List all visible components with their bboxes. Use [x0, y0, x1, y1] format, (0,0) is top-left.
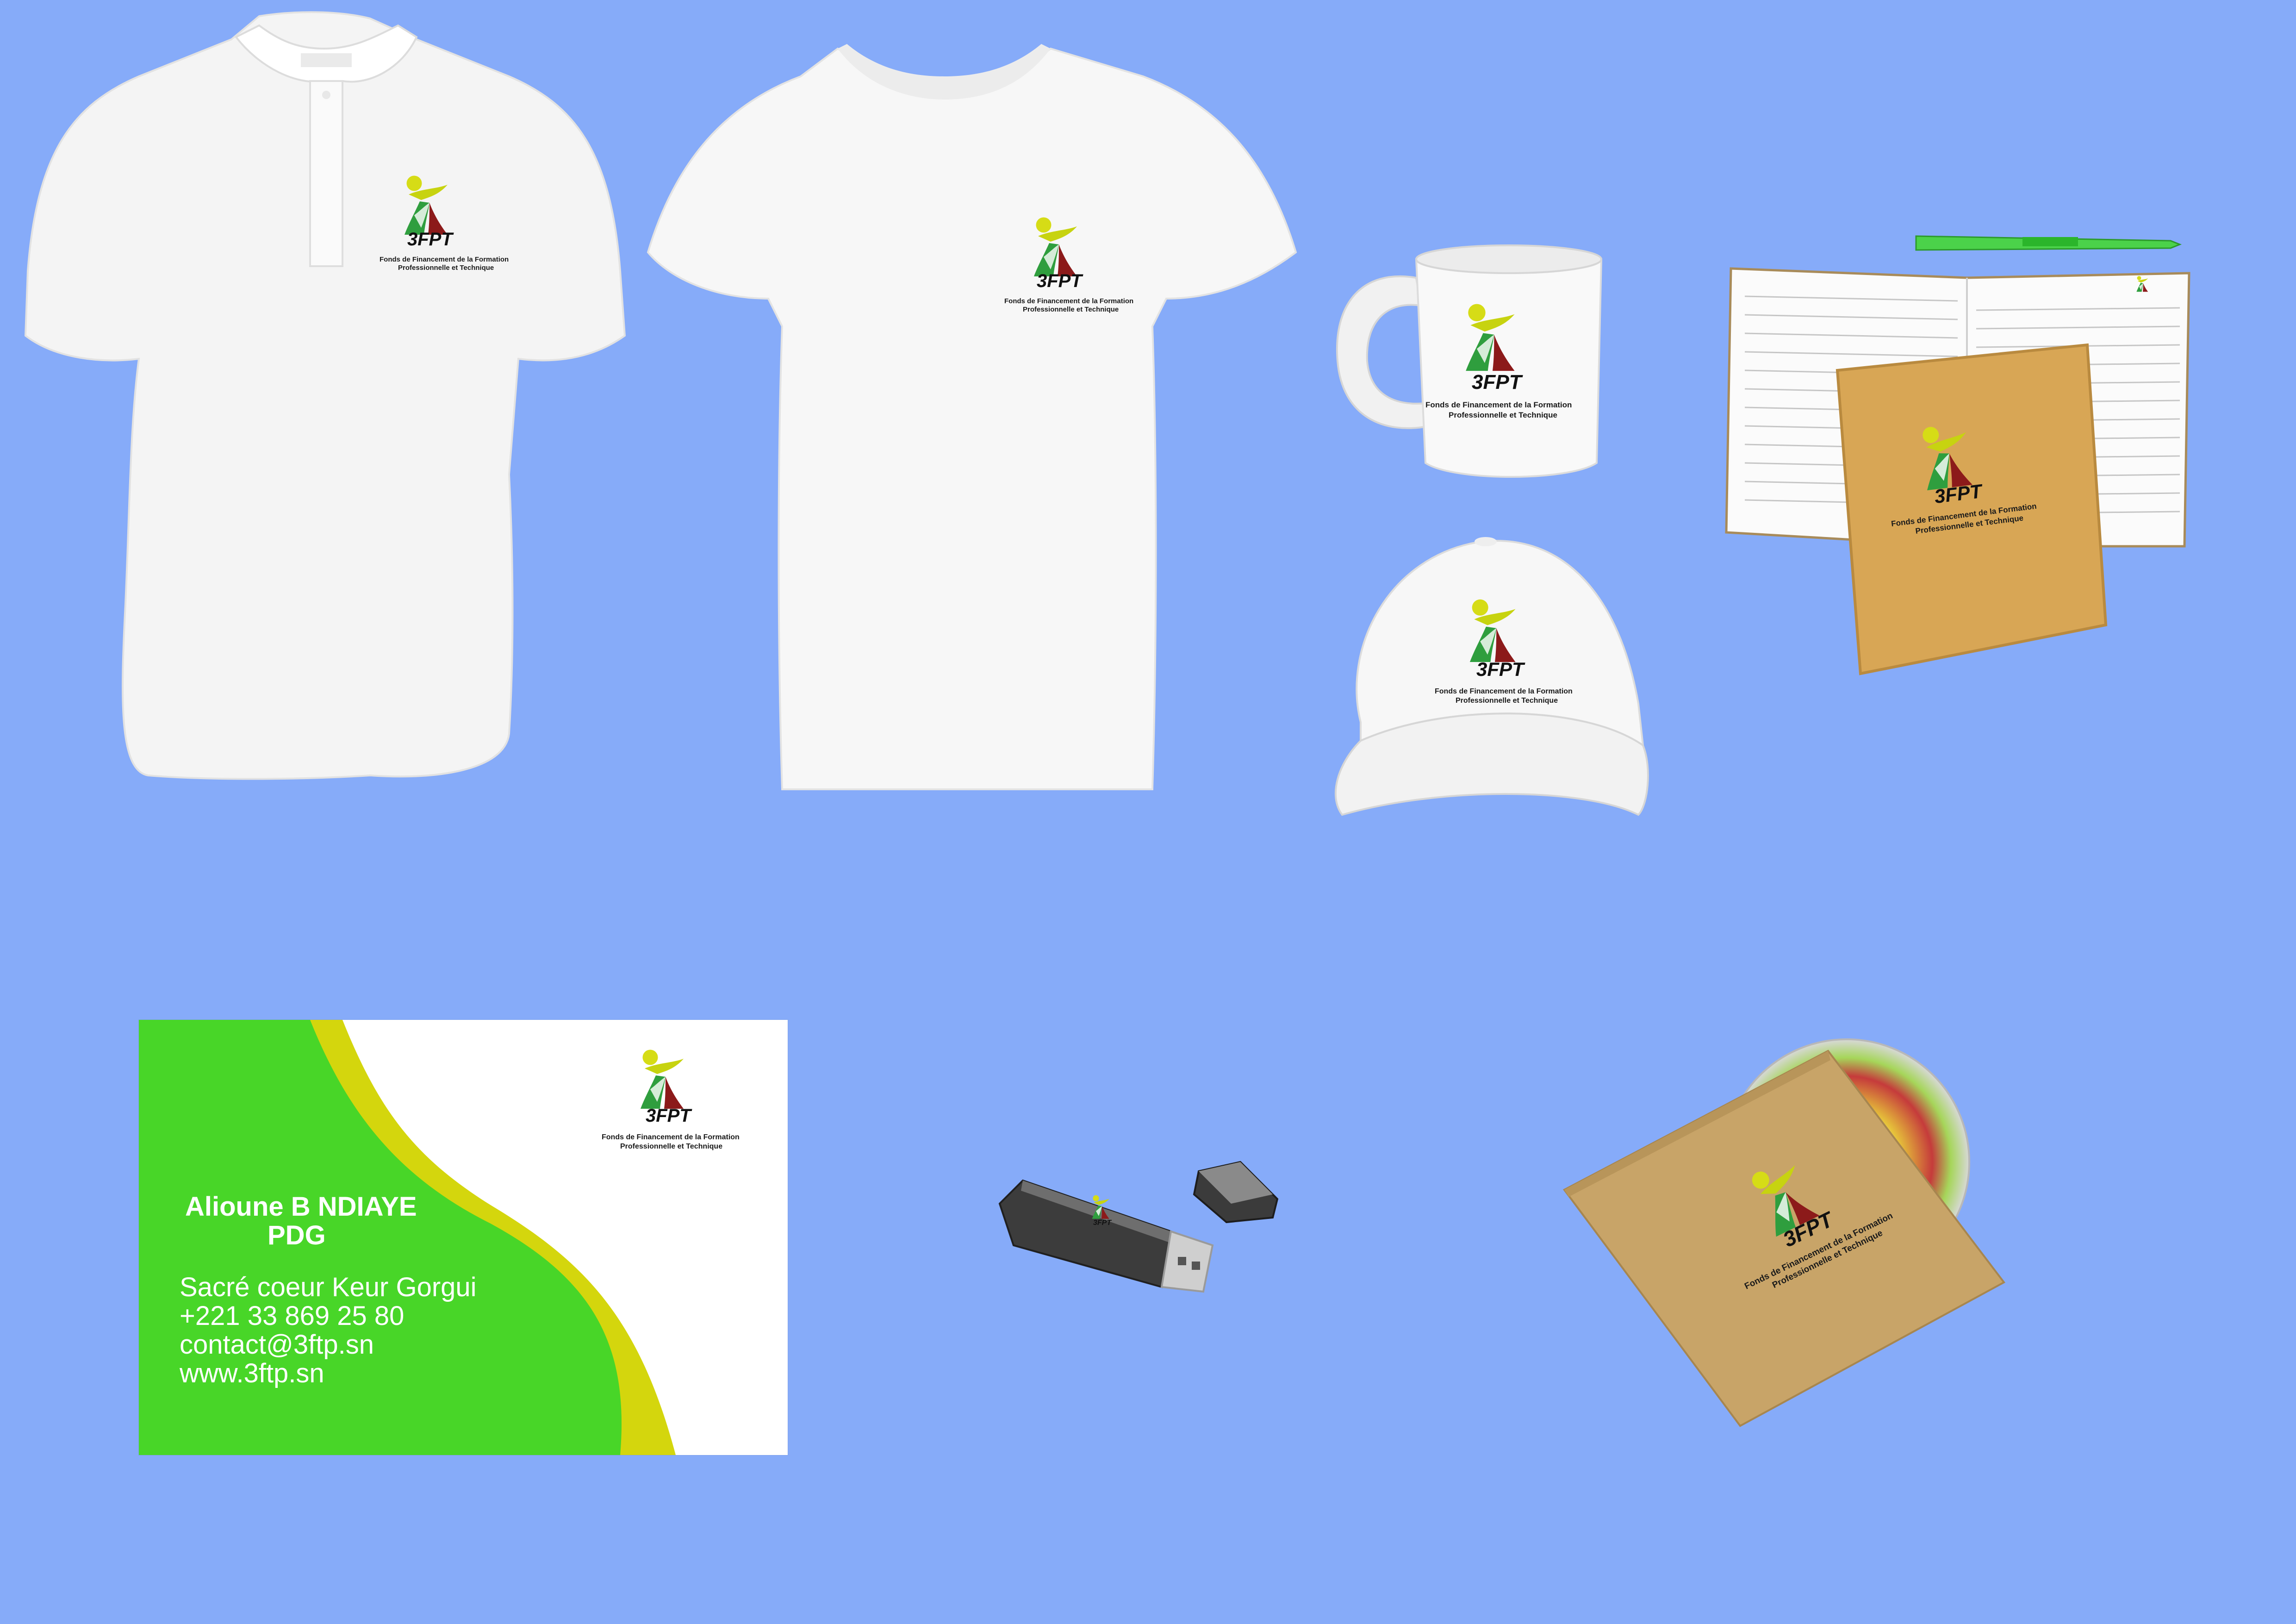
logo-tagline-1: Fonds de Financement de la Formation [602, 1133, 740, 1141]
logo: 3FPT Fonds de Financement de la Formatio… [1430, 597, 1578, 736]
logo-name: 3FPT [1093, 1219, 1112, 1227]
t-shirt-icon [647, 44, 1297, 790]
polo-shirt: 3FPT Fonds de Financement de la Formatio… [19, 11, 629, 794]
notebook-pen: 3FPT Fonds de Financement de la Formatio… [1725, 227, 2198, 690]
card-address: Sacré coeur Keur Gorgui [180, 1272, 477, 1302]
usb-drive-icon [998, 1161, 1279, 1293]
logo: 3FPT Fonds de Financement de la Formatio… [1004, 215, 1133, 336]
logo-tagline-2: Professionnelle et Technique [620, 1143, 722, 1150]
logo: 3FPT Fonds de Financement de la Formatio… [380, 174, 509, 294]
card-email: contact@3ftp.sn [180, 1330, 374, 1360]
logo-tagline-1: Fonds de Financement de la Formation [1425, 400, 1572, 409]
business-card: 3FPT Fonds de Financement de la Formatio… [139, 1020, 788, 1455]
logo: 3FPT [1083, 1194, 1125, 1236]
logo-name: 3FPT [1037, 271, 1083, 291]
logo-name: 3FPT [646, 1106, 692, 1126]
polo-shirt-icon [24, 11, 626, 780]
mug: 3FPT Fonds de Financement de la Formatio… [1328, 241, 1606, 491]
card-website: www.3ftp.sn [180, 1358, 324, 1388]
logo: 3FPT Fonds de Financement de la Formatio… [602, 1048, 750, 1168]
card-name: Alioune B NDIAYE [185, 1192, 417, 1222]
logo: 3FPT Fonds de Financement de la Formatio… [1421, 301, 1587, 449]
pen-icon [1915, 235, 2182, 251]
logo-tagline-1: Fonds de Financement de la Formation [1435, 687, 1573, 695]
logo-tagline-2: Professionnelle et Technique [1449, 411, 1557, 419]
card-phone: +221 33 869 25 80 [180, 1301, 404, 1331]
card-title: PDG [268, 1220, 326, 1250]
logo-tagline-1: Fonds de Financement de la Formation [1004, 297, 1133, 305]
t-shirt: 3FPT Fonds de Financement de la Formatio… [643, 39, 1300, 799]
logo-tagline-2: Professionnelle et Technique [1023, 306, 1119, 313]
page-background: { "brand": { "name": "3FPT", "tagline_1"… [0, 0, 2296, 1624]
logo-tagline-2: Professionnelle et Technique [1456, 697, 1558, 705]
usb-drive: 3FPT [995, 1161, 1282, 1293]
logo: 3FPT Fonds de Financement de la Formatio… [1879, 421, 2046, 569]
cd-sleeve: 3FPT Fonds de Financement de la Formatio… [1562, 1038, 2027, 1430]
cap: 3FPT Fonds de Financement de la Formatio… [1324, 528, 1657, 824]
logo-tagline-1: Fonds de Financement de la Formation [380, 256, 509, 263]
logo-name: 3FPT [1472, 371, 1523, 394]
logo-tagline-2: Professionnelle et Technique [398, 264, 494, 272]
logo-name: 3FPT [1476, 658, 1525, 680]
logo-name: 3FPT [407, 229, 454, 250]
logo: 3FPT Fonds de Financement de la Formatio… [1717, 1153, 1902, 1305]
